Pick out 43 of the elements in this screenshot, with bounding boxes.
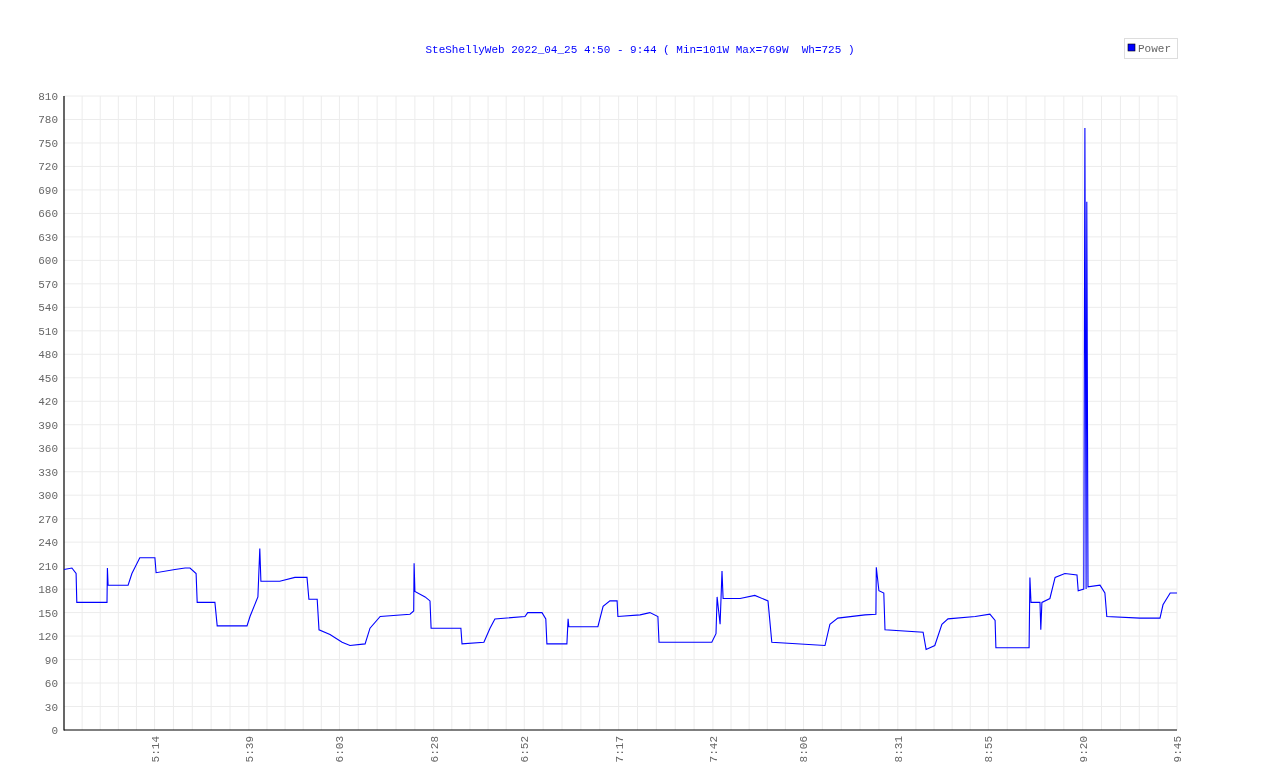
y-tick-label: 180 <box>38 584 58 597</box>
y-tick-label: 90 <box>44 654 58 667</box>
y-tick-label: 330 <box>38 466 58 479</box>
y-tick-label: 300 <box>38 490 58 503</box>
y-tick-label: 210 <box>38 560 58 573</box>
y-tick-label: 690 <box>38 184 58 197</box>
y-tick-label: 360 <box>38 443 58 456</box>
y-tick-label: 660 <box>38 208 58 221</box>
y-tick-label: 510 <box>38 325 58 338</box>
x-tick-label: 7:42 <box>707 736 720 763</box>
y-tick-label: 120 <box>38 631 58 644</box>
x-tick-label: 7:17 <box>613 736 626 763</box>
x-tick-label: 8:06 <box>798 736 811 763</box>
y-tick-label: 390 <box>38 419 58 432</box>
y-tick-label: 0 <box>51 725 58 737</box>
y-tick-label: 630 <box>38 231 58 244</box>
y-tick-label: 750 <box>38 137 58 150</box>
y-tick-label: 570 <box>38 278 58 291</box>
x-tick-label: 5:14 <box>149 736 162 763</box>
chart-title: SteShellyWeb 2022_04_25 4:50 - 9:44 ( Min=101W Max=769W Wh=725 ) <box>425 44 855 56</box>
x-tick-label: 9:45 <box>1172 736 1184 763</box>
x-tick-label: 8:55 <box>983 736 996 763</box>
x-tick-label: 6:52 <box>519 736 532 763</box>
y-tick-label: 30 <box>44 701 58 714</box>
x-tick-label: 9:20 <box>1077 736 1090 763</box>
y-tick-label: 480 <box>38 349 58 362</box>
y-tick-label: 420 <box>38 396 58 409</box>
y-tick-label: 720 <box>38 161 58 174</box>
y-tick-label: 810 <box>38 91 58 103</box>
x-tick-label: 8:31 <box>892 736 905 763</box>
y-tick-label: 450 <box>38 372 58 385</box>
y-tick-label: 240 <box>38 537 58 550</box>
x-tick-label: 6:28 <box>428 736 441 763</box>
y-tick-label: 60 <box>44 678 58 691</box>
legend-label: Power <box>1138 43 1171 55</box>
legend-box <box>1124 38 1178 59</box>
y-tick-label: 600 <box>38 255 58 268</box>
y-tick-label: 540 <box>38 302 58 315</box>
y-tick-label: 270 <box>38 513 58 526</box>
x-tick-label: 5:39 <box>243 736 256 763</box>
y-tick-label: 150 <box>38 607 58 620</box>
x-tick-label: 6:03 <box>334 736 347 763</box>
y-tick-label: 780 <box>38 114 58 127</box>
